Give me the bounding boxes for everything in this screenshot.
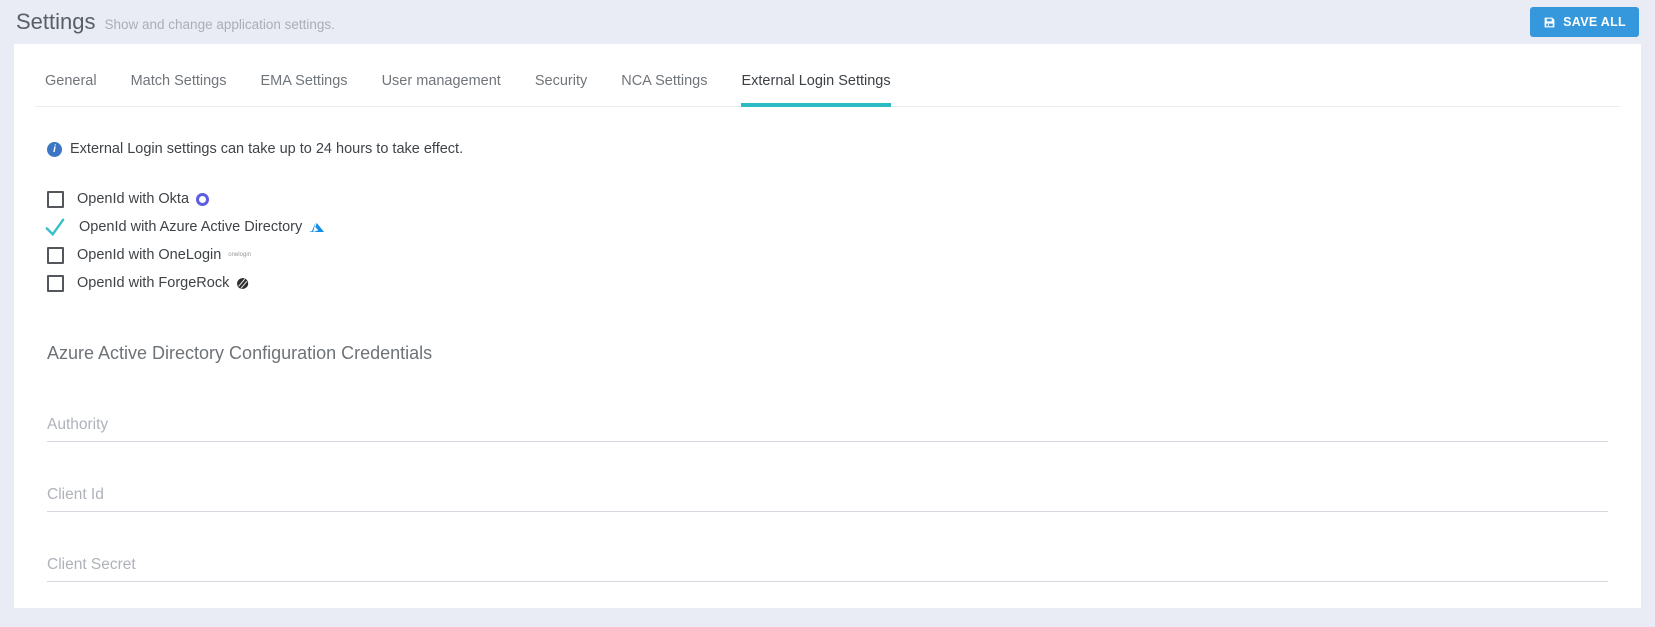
check-icon bbox=[44, 217, 66, 237]
okta-checkbox[interactable] bbox=[47, 190, 64, 208]
forgerock-logo-icon bbox=[236, 277, 249, 290]
tab-bar: General Match Settings EMA Settings User… bbox=[35, 44, 1620, 107]
settings-card: General Match Settings EMA Settings User… bbox=[14, 44, 1641, 608]
onelogin-checkbox[interactable] bbox=[47, 246, 64, 264]
provider-row-okta[interactable]: OpenId with Okta bbox=[47, 185, 1620, 213]
page-subtitle: Show and change application settings. bbox=[104, 17, 335, 32]
azure-logo-icon bbox=[309, 221, 325, 234]
provider-row-azure[interactable]: OpenId with Azure Active Directory bbox=[44, 213, 1620, 241]
provider-label: OpenId with Okta bbox=[77, 191, 190, 207]
title-group: Settings Show and change application set… bbox=[16, 9, 335, 35]
tab-external-login-settings[interactable]: External Login Settings bbox=[741, 73, 891, 107]
onelogin-logo-icon: onelogin bbox=[228, 252, 251, 258]
provider-label: OpenId with Azure Active Directory bbox=[79, 219, 303, 235]
tab-nca-settings[interactable]: NCA Settings bbox=[621, 73, 707, 107]
azure-credentials-heading: Azure Active Directory Configuration Cre… bbox=[47, 343, 433, 363]
client-secret-input[interactable] bbox=[47, 548, 1608, 582]
save-button-label: SAVE ALL bbox=[1563, 15, 1626, 29]
provider-row-onelogin[interactable]: OpenId with OneLogin onelogin bbox=[47, 241, 1620, 269]
provider-label: OpenId with ForgeRock bbox=[77, 275, 230, 291]
tab-match-settings[interactable]: Match Settings bbox=[131, 73, 227, 107]
provider-row-forgerock[interactable]: OpenId with ForgeRock bbox=[47, 269, 1620, 297]
settings-page: Settings Show and change application set… bbox=[0, 0, 1655, 627]
forgerock-checkbox[interactable] bbox=[47, 274, 64, 292]
tab-user-management[interactable]: User management bbox=[382, 73, 501, 107]
page-title: Settings bbox=[16, 9, 96, 34]
okta-logo-icon bbox=[196, 192, 210, 206]
provider-label: OpenId with OneLogin bbox=[77, 247, 222, 263]
client-id-input[interactable] bbox=[47, 478, 1608, 512]
info-message-text: External Login settings can take up to 2… bbox=[70, 141, 464, 157]
info-icon: i bbox=[47, 141, 62, 157]
tab-general[interactable]: General bbox=[45, 73, 97, 107]
credential-fields bbox=[35, 408, 1620, 582]
tab-ema-settings[interactable]: EMA Settings bbox=[261, 73, 348, 107]
provider-list: OpenId with Okta OpenId with Azure Activ… bbox=[35, 185, 1620, 297]
tab-security[interactable]: Security bbox=[535, 73, 587, 107]
authority-input[interactable] bbox=[47, 408, 1608, 442]
save-all-button[interactable]: SAVE ALL bbox=[1530, 7, 1639, 37]
save-icon bbox=[1543, 16, 1556, 29]
top-bar: Settings Show and change application set… bbox=[0, 0, 1655, 44]
info-message-row: i External Login settings can take up to… bbox=[35, 141, 1620, 157]
